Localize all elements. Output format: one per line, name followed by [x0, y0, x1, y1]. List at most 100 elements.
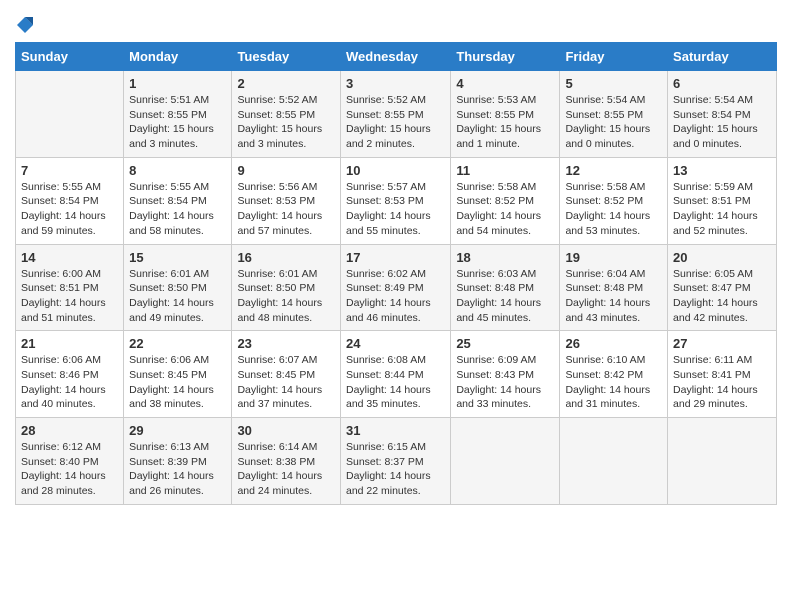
table-row: 2 Sunrise: 5:52 AMSunset: 8:55 PMDaylight…: [232, 71, 341, 158]
header-area: [15, 10, 777, 34]
day-info: Sunrise: 6:01 AMSunset: 8:50 PMDaylight:…: [237, 268, 322, 324]
table-row: [560, 418, 668, 505]
table-row: 9 Sunrise: 5:56 AMSunset: 8:53 PMDaylight…: [232, 157, 341, 244]
day-number: 25: [456, 336, 554, 351]
table-row: 21 Sunrise: 6:06 AMSunset: 8:46 PMDayligh…: [16, 331, 124, 418]
day-info: Sunrise: 6:15 AMSunset: 8:37 PMDaylight:…: [346, 441, 431, 497]
logo-icon: [16, 16, 34, 34]
day-number: 16: [237, 250, 335, 265]
day-info: Sunrise: 6:00 AMSunset: 8:51 PMDaylight:…: [21, 268, 106, 324]
day-number: 12: [565, 163, 662, 178]
table-row: 18 Sunrise: 6:03 AMSunset: 8:48 PMDayligh…: [451, 244, 560, 331]
table-row: 20Sunrise: 6:05 AMSunset: 8:47 PMDayligh…: [668, 244, 777, 331]
day-info: Sunrise: 5:55 AMSunset: 8:54 PMDaylight:…: [21, 181, 106, 237]
logo: [15, 10, 34, 34]
day-number: 18: [456, 250, 554, 265]
table-row: 1 Sunrise: 5:51 AMSunset: 8:55 PMDaylight…: [124, 71, 232, 158]
table-row: 13Sunrise: 5:59 AMSunset: 8:51 PMDayligh…: [668, 157, 777, 244]
day-number: 14: [21, 250, 118, 265]
table-row: 16 Sunrise: 6:01 AMSunset: 8:50 PMDayligh…: [232, 244, 341, 331]
day-number: 11: [456, 163, 554, 178]
table-row: 29Sunrise: 6:13 AMSunset: 8:39 PMDayligh…: [124, 418, 232, 505]
day-number: 5: [565, 76, 662, 91]
col-friday: Friday: [560, 43, 668, 71]
day-number: 9: [237, 163, 335, 178]
table-row: 19Sunrise: 6:04 AMSunset: 8:48 PMDayligh…: [560, 244, 668, 331]
day-info: Sunrise: 6:05 AMSunset: 8:47 PMDaylight:…: [673, 268, 758, 324]
day-number: 7: [21, 163, 118, 178]
day-info: Sunrise: 6:06 AMSunset: 8:46 PMDaylight:…: [21, 354, 106, 410]
table-row: 11Sunrise: 5:58 AMSunset: 8:52 PMDayligh…: [451, 157, 560, 244]
table-row: 31 Sunrise: 6:15 AMSunset: 8:37 PMDayligh…: [340, 418, 450, 505]
table-row: 5 Sunrise: 5:54 AMSunset: 8:55 PMDaylight…: [560, 71, 668, 158]
day-number: 30: [237, 423, 335, 438]
day-info: Sunrise: 6:02 AMSunset: 8:49 PMDaylight:…: [346, 268, 431, 324]
table-row: 7 Sunrise: 5:55 AMSunset: 8:54 PMDaylight…: [16, 157, 124, 244]
day-info: Sunrise: 5:52 AMSunset: 8:55 PMDaylight:…: [237, 94, 322, 150]
calendar-header: Sunday Monday Tuesday Wednesday Thursday…: [16, 43, 777, 71]
table-row: 22Sunrise: 6:06 AMSunset: 8:45 PMDayligh…: [124, 331, 232, 418]
col-tuesday: Tuesday: [232, 43, 341, 71]
table-row: 25Sunrise: 6:09 AMSunset: 8:43 PMDayligh…: [451, 331, 560, 418]
table-row: [451, 418, 560, 505]
col-saturday: Saturday: [668, 43, 777, 71]
day-info: Sunrise: 6:12 AMSunset: 8:40 PMDaylight:…: [21, 441, 106, 497]
table-row: 3 Sunrise: 5:52 AMSunset: 8:55 PMDaylight…: [340, 71, 450, 158]
day-number: 26: [565, 336, 662, 351]
table-row: 8 Sunrise: 5:55 AMSunset: 8:54 PMDaylight…: [124, 157, 232, 244]
day-number: 4: [456, 76, 554, 91]
calendar-table: Sunday Monday Tuesday Wednesday Thursday…: [15, 42, 777, 505]
day-info: Sunrise: 6:11 AMSunset: 8:41 PMDaylight:…: [673, 354, 758, 410]
day-info: Sunrise: 5:54 AMSunset: 8:55 PMDaylight:…: [565, 94, 650, 150]
day-number: 29: [129, 423, 226, 438]
table-row: 26 Sunrise: 6:10 AMSunset: 8:42 PMDayligh…: [560, 331, 668, 418]
day-info: Sunrise: 6:08 AMSunset: 8:44 PMDaylight:…: [346, 354, 431, 410]
col-sunday: Sunday: [16, 43, 124, 71]
table-row: 27 Sunrise: 6:11 AMSunset: 8:41 PMDayligh…: [668, 331, 777, 418]
day-number: 21: [21, 336, 118, 351]
table-row: [668, 418, 777, 505]
calendar-body: 1 Sunrise: 5:51 AMSunset: 8:55 PMDaylight…: [16, 71, 777, 505]
table-row: 14 Sunrise: 6:00 AMSunset: 8:51 PMDayligh…: [16, 244, 124, 331]
col-wednesday: Wednesday: [340, 43, 450, 71]
day-info: Sunrise: 5:54 AMSunset: 8:54 PMDaylight:…: [673, 94, 758, 150]
day-number: 10: [346, 163, 445, 178]
day-number: 28: [21, 423, 118, 438]
col-thursday: Thursday: [451, 43, 560, 71]
day-number: 6: [673, 76, 771, 91]
table-row: [16, 71, 124, 158]
day-info: Sunrise: 6:03 AMSunset: 8:48 PMDaylight:…: [456, 268, 541, 324]
day-number: 1: [129, 76, 226, 91]
table-row: 17 Sunrise: 6:02 AMSunset: 8:49 PMDayligh…: [340, 244, 450, 331]
table-row: 23 Sunrise: 6:07 AMSunset: 8:45 PMDayligh…: [232, 331, 341, 418]
day-number: 15: [129, 250, 226, 265]
day-number: 23: [237, 336, 335, 351]
table-row: 30 Sunrise: 6:14 AMSunset: 8:38 PMDayligh…: [232, 418, 341, 505]
table-row: 15 Sunrise: 6:01 AMSunset: 8:50 PMDayligh…: [124, 244, 232, 331]
table-row: 12 Sunrise: 5:58 AMSunset: 8:52 PMDayligh…: [560, 157, 668, 244]
day-number: 22: [129, 336, 226, 351]
day-info: Sunrise: 5:59 AMSunset: 8:51 PMDaylight:…: [673, 181, 758, 237]
day-info: Sunrise: 5:56 AMSunset: 8:53 PMDaylight:…: [237, 181, 322, 237]
day-info: Sunrise: 6:07 AMSunset: 8:45 PMDaylight:…: [237, 354, 322, 410]
day-info: Sunrise: 5:55 AMSunset: 8:54 PMDaylight:…: [129, 181, 214, 237]
day-number: 19: [565, 250, 662, 265]
day-number: 2: [237, 76, 335, 91]
col-monday: Monday: [124, 43, 232, 71]
day-info: Sunrise: 6:14 AMSunset: 8:38 PMDaylight:…: [237, 441, 322, 497]
table-row: 4Sunrise: 5:53 AMSunset: 8:55 PMDaylight…: [451, 71, 560, 158]
day-number: 24: [346, 336, 445, 351]
day-info: Sunrise: 5:58 AMSunset: 8:52 PMDaylight:…: [565, 181, 650, 237]
day-number: 27: [673, 336, 771, 351]
day-number: 17: [346, 250, 445, 265]
day-info: Sunrise: 6:10 AMSunset: 8:42 PMDaylight:…: [565, 354, 650, 410]
day-number: 31: [346, 423, 445, 438]
day-number: 8: [129, 163, 226, 178]
day-number: 3: [346, 76, 445, 91]
table-row: 6 Sunrise: 5:54 AMSunset: 8:54 PMDaylight…: [668, 71, 777, 158]
day-info: Sunrise: 5:52 AMSunset: 8:55 PMDaylight:…: [346, 94, 431, 150]
day-info: Sunrise: 6:01 AMSunset: 8:50 PMDaylight:…: [129, 268, 214, 324]
day-info: Sunrise: 5:51 AMSunset: 8:55 PMDaylight:…: [129, 94, 214, 150]
table-row: 10 Sunrise: 5:57 AMSunset: 8:53 PMDayligh…: [340, 157, 450, 244]
day-info: Sunrise: 5:57 AMSunset: 8:53 PMDaylight:…: [346, 181, 431, 237]
